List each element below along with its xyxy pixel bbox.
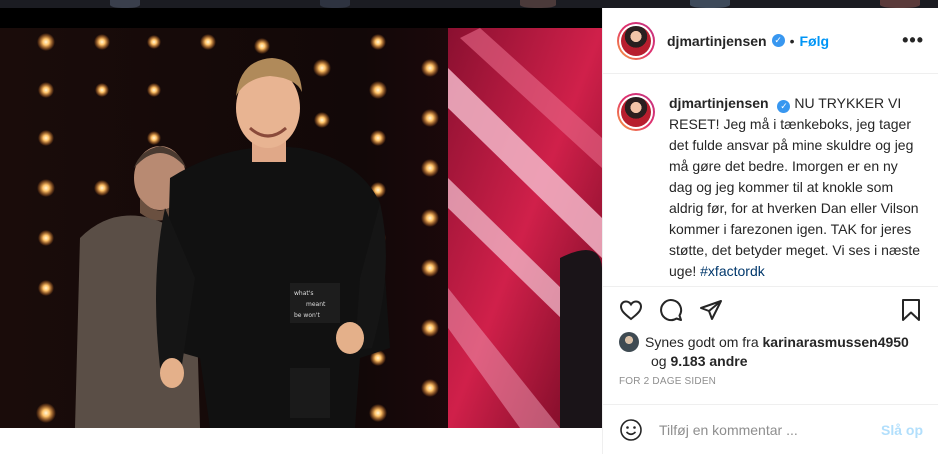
- caption-text: NU TRYKKER VI RESET! Jeg må i tænkeboks,…: [669, 95, 921, 279]
- like-icon[interactable]: [619, 298, 643, 322]
- likes-middle: og: [651, 353, 667, 369]
- previous-post-strip: [0, 0, 938, 8]
- svg-text:what's: what's: [294, 290, 314, 297]
- save-icon[interactable]: [899, 298, 923, 322]
- caption-avatar-ring: [619, 95, 653, 129]
- follow-button[interactable]: Følg: [800, 33, 830, 49]
- photo-top-band: [0, 8, 602, 28]
- author-username[interactable]: djmartinjensen: [667, 33, 767, 49]
- more-options-icon[interactable]: •••: [902, 30, 924, 51]
- caption-username[interactable]: djmartinjensen: [669, 95, 769, 111]
- post-side-panel: djmartinjensen ✓ • Følg ••• djmartinjens…: [602, 8, 938, 454]
- emoji-icon[interactable]: [619, 418, 643, 442]
- avatar-ring: [619, 23, 653, 58]
- post-header: djmartinjensen ✓ • Følg •••: [603, 8, 938, 74]
- liker-avatar[interactable]: [619, 332, 639, 352]
- likes-line-1: Synes godt om fra karinarasmussen4950: [619, 332, 929, 352]
- comment-input[interactable]: [659, 421, 869, 438]
- author-avatar[interactable]: [617, 21, 655, 60]
- post-caption: djmartinjensen ✓ NU TRYKKER VI RESET! Je…: [669, 93, 923, 286]
- caption-avatar[interactable]: [617, 93, 655, 131]
- likes-summary: Synes godt om fra karinarasmussen4950 og…: [619, 332, 929, 371]
- caption-avatar-image: [621, 97, 651, 127]
- likes-line-2: og 9.183 andre: [619, 352, 929, 371]
- post-image: what's meant be won't: [0, 28, 602, 428]
- add-comment-bar: Slå op: [603, 404, 938, 454]
- action-bar: [603, 286, 938, 332]
- post-photo[interactable]: what's meant be won't: [0, 8, 602, 454]
- post-comment-button[interactable]: Slå op: [881, 422, 923, 438]
- svg-text:meant: meant: [306, 301, 326, 308]
- likes-prefix: Synes godt om fra: [645, 334, 759, 350]
- share-icon[interactable]: [699, 298, 723, 322]
- avatar-image: [621, 25, 651, 56]
- svg-text:be won't: be won't: [294, 312, 320, 319]
- follow-separator: •: [789, 32, 795, 49]
- liker-username[interactable]: karinarasmussen4950: [763, 334, 909, 350]
- verified-badge-icon: ✓: [771, 34, 785, 47]
- caption-verified-badge-icon: ✓: [777, 100, 791, 113]
- likes-others-count[interactable]: 9.183 andre: [670, 353, 747, 369]
- photo-bottom-band: [0, 428, 602, 454]
- post-date[interactable]: FOR 2 DAGE SIDEN: [619, 376, 716, 387]
- comment-icon[interactable]: [659, 298, 683, 322]
- comments-section: djmartinjensen ✓ NU TRYKKER VI RESET! Je…: [603, 75, 938, 286]
- caption-hashtag[interactable]: #xfactordk: [700, 263, 765, 279]
